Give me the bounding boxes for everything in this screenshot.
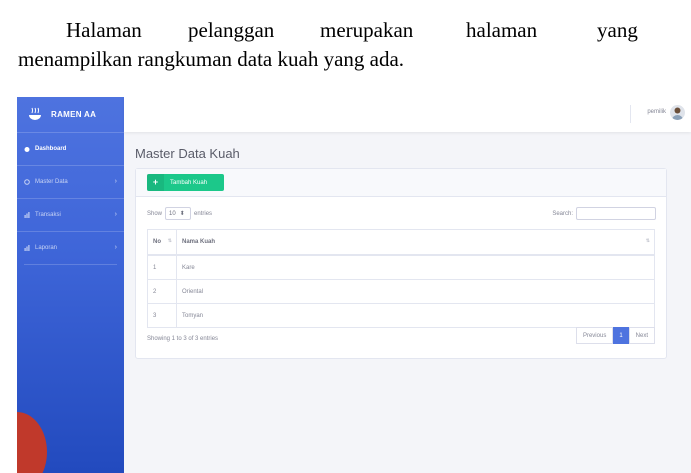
sort-icon: ⇅: [645, 238, 650, 244]
cell-no: 1: [147, 254, 177, 280]
brand-name: RAMEN AA: [51, 110, 97, 119]
column-header-nama-kuah[interactable]: Nama Kuah ⇅: [176, 229, 655, 256]
bar-chart-icon: [24, 212, 30, 218]
topbar-divider: [630, 105, 631, 123]
column-header-label: No: [153, 239, 161, 245]
cell-nama-kuah: Tomyan: [176, 303, 655, 328]
cell-nama-kuah: Oriental: [176, 279, 655, 304]
column-header-no[interactable]: No ⇅: [147, 229, 177, 256]
app-screenshot: RAMEN AA Dashboard Master Data › Transak…: [17, 97, 691, 473]
search-input[interactable]: [576, 207, 656, 220]
word: Halaman: [66, 18, 142, 42]
entries-label: entries: [194, 210, 213, 217]
sidebar-item-transaksi[interactable]: Transaksi ›: [17, 198, 124, 231]
chevron-right-icon: ›: [114, 211, 117, 218]
page-length-value: 10: [169, 210, 176, 217]
sidebar-item-label: Master Data: [35, 179, 68, 185]
word: merupakan: [320, 18, 414, 42]
table-header-row: No ⇅ Nama Kuah ⇅: [147, 229, 655, 256]
data-card: + Tambah Kuah Show 10 ⬍ entries Search: …: [135, 168, 667, 359]
sidebar-item-dashboard[interactable]: Dashboard: [17, 132, 124, 165]
gear-icon: [24, 179, 30, 185]
sidebar-item-label: Laporan: [35, 245, 58, 251]
table-row: 2 Oriental: [147, 279, 655, 304]
sidebar-item-label: Dashboard: [35, 146, 67, 152]
search-label: Search:: [552, 210, 573, 217]
paragraph-line-2: menampilkan rangkuman data kuah yang ada…: [18, 47, 405, 71]
brand[interactable]: RAMEN AA: [17, 97, 124, 132]
sidebar-item-label: Transaksi: [35, 212, 61, 218]
card-header: + Tambah Kuah: [136, 169, 666, 197]
cell-no: 2: [147, 279, 177, 304]
sidebar-item-laporan[interactable]: Laporan ›: [17, 231, 124, 264]
show-label: Show: [147, 210, 163, 217]
sidebar: RAMEN AA Dashboard Master Data › Transak…: [17, 97, 124, 473]
user-avatar-icon: [672, 107, 683, 120]
chevron-right-icon: ›: [114, 178, 117, 185]
word: yang: [597, 18, 638, 42]
word: halaman: [466, 18, 538, 42]
pagination: Previous 1 Next: [575, 327, 655, 344]
page-title: Master Data Kuah: [135, 146, 240, 161]
user-name[interactable]: pemilik: [647, 109, 666, 115]
page-length-control: Show 10 ⬍ entries: [147, 207, 212, 220]
table-row: 1 Kare: [147, 254, 655, 280]
bar-chart-icon: [24, 245, 30, 251]
chevron-updown-icon: ⬍: [179, 211, 185, 217]
table-info: Showing 1 to 3 of 3 entries: [147, 336, 219, 342]
add-kuah-label: Tambah Kuah: [170, 179, 208, 186]
page-1-button[interactable]: 1: [613, 327, 629, 344]
sidebar-divider: [24, 264, 117, 265]
column-header-label: Nama Kuah: [182, 239, 216, 245]
search-control: Search:: [552, 207, 656, 220]
avatar[interactable]: [670, 105, 685, 120]
sidebar-item-master-data[interactable]: Master Data ›: [17, 165, 124, 198]
next-page-button[interactable]: Next: [628, 327, 655, 344]
table-row: 3 Tomyan: [147, 303, 655, 328]
word: pelanggan: [188, 18, 275, 42]
page-length-select[interactable]: 10 ⬍: [165, 207, 192, 220]
cell-no: 3: [147, 303, 177, 328]
bowl-logo-icon: [29, 107, 41, 120]
sort-icon: ⇅: [167, 238, 172, 244]
previous-page-button[interactable]: Previous: [575, 327, 614, 344]
cell-nama-kuah: Kare: [176, 254, 655, 280]
data-table: No ⇅ Nama Kuah ⇅ 1 Kare 2 Oriental 3 Tom…: [147, 229, 655, 328]
add-kuah-button[interactable]: + Tambah Kuah: [147, 174, 224, 191]
dashboard-icon: [24, 147, 30, 152]
topbar: pemilik: [124, 97, 691, 132]
plus-icon: +: [147, 174, 164, 191]
chevron-right-icon: ›: [114, 244, 117, 251]
